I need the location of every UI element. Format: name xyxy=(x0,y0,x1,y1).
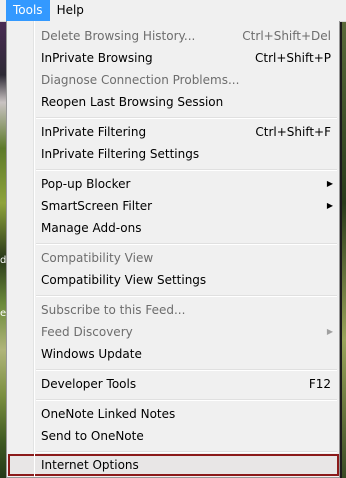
shortcut-label: Ctrl+Shift+P xyxy=(255,51,331,65)
menu-separator xyxy=(36,295,337,297)
menu-tools[interactable]: Tools xyxy=(6,0,50,21)
menu-item-onenote-linked-notes[interactable]: OneNote Linked Notes xyxy=(9,403,337,425)
chevron-right-icon: ▶ xyxy=(326,327,333,336)
menu-separator xyxy=(36,451,337,453)
chevron-right-icon: ▶ xyxy=(326,179,333,188)
menu-item-inprivate-browsing[interactable]: InPrivate Browsing Ctrl+Shift+P xyxy=(9,47,337,69)
menu-item-inprivate-filtering[interactable]: InPrivate Filtering Ctrl+Shift+F xyxy=(9,121,337,143)
menu-item-popup-blocker[interactable]: Pop-up Blocker ▶ xyxy=(9,173,337,195)
menu-separator xyxy=(36,169,337,171)
menu-item-delete-browsing-history[interactable]: Delete Browsing History... Ctrl+Shift+De… xyxy=(9,25,337,47)
menu-separator xyxy=(36,243,337,245)
menu-item-compatibility-view[interactable]: Compatibility View xyxy=(9,247,337,269)
menu-item-reopen-session[interactable]: Reopen Last Browsing Session xyxy=(9,91,337,113)
menu-separator xyxy=(36,369,337,371)
menu-item-send-to-onenote[interactable]: Send to OneNote xyxy=(9,425,337,447)
menu-item-inprivate-filtering-settings[interactable]: InPrivate Filtering Settings xyxy=(9,143,337,165)
menu-separator xyxy=(36,399,337,401)
menu-item-developer-tools[interactable]: Developer Tools F12 xyxy=(9,373,337,395)
menu-help[interactable]: Help xyxy=(50,0,91,21)
menu-item-subscribe-feed[interactable]: Subscribe to this Feed... xyxy=(9,299,337,321)
menu-item-compatibility-view-settings[interactable]: Compatibility View Settings xyxy=(9,269,337,291)
shortcut-label: F12 xyxy=(308,377,331,391)
chevron-right-icon: ▶ xyxy=(326,201,333,210)
menu-item-diagnose-connection[interactable]: Diagnose Connection Problems... xyxy=(9,69,337,91)
background-page-right xyxy=(342,20,346,478)
tools-dropdown-menu: Delete Browsing History... Ctrl+Shift+De… xyxy=(6,21,340,478)
menu-item-windows-update[interactable]: Windows Update xyxy=(9,343,337,365)
menu-item-manage-addons[interactable]: Manage Add-ons xyxy=(9,217,337,239)
menu-bar: Tools Help xyxy=(0,0,346,22)
menu-item-smartscreen-filter[interactable]: SmartScreen Filter ▶ xyxy=(9,195,337,217)
shortcut-label: Ctrl+Shift+Del xyxy=(242,29,331,43)
menu-item-internet-options[interactable]: Internet Options xyxy=(8,454,339,476)
menu-item-feed-discovery[interactable]: Feed Discovery ▶ xyxy=(9,321,337,343)
shortcut-label: Ctrl+Shift+F xyxy=(255,125,331,139)
menu-separator xyxy=(36,117,337,119)
